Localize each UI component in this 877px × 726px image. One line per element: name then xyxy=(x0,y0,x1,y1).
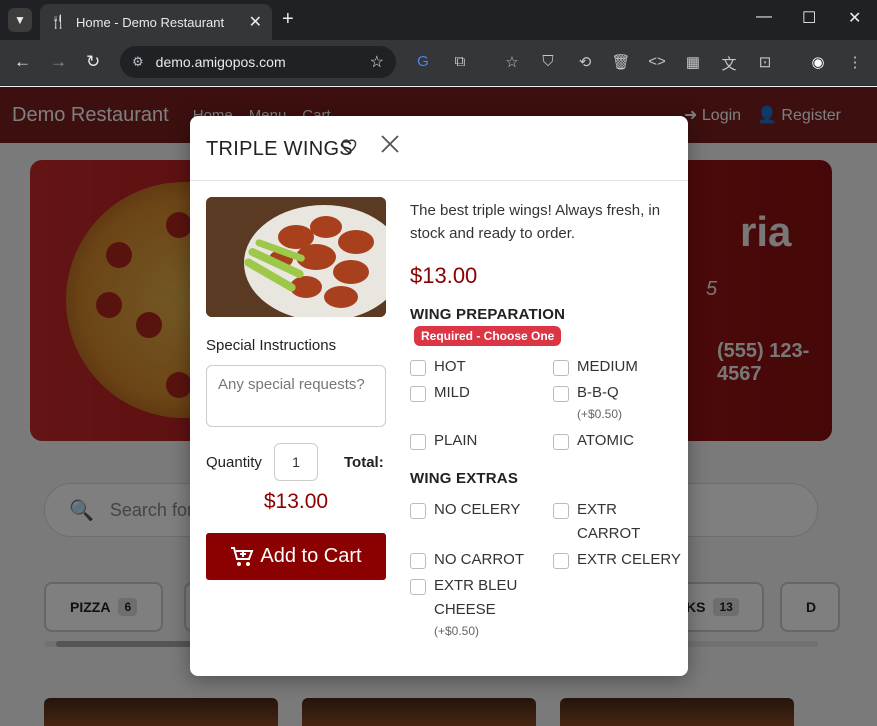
translate-icon[interactable]: 文 xyxy=(719,53,739,74)
checkbox[interactable] xyxy=(553,386,569,402)
option-plain[interactable]: PLAIN xyxy=(410,432,477,453)
total-label: Total: xyxy=(344,454,384,471)
item-price: $13.00 xyxy=(410,263,478,288)
option-no-carrot[interactable]: NO CARROT xyxy=(410,551,524,572)
address-bar[interactable]: ⚙ demo.amigopos.com ☆ xyxy=(120,46,396,78)
incognito-icon[interactable]: ⛉ xyxy=(538,53,558,70)
new-tab-button[interactable]: + xyxy=(282,8,294,31)
item-title: TRIPLE WINGS xyxy=(206,138,353,160)
history-icon[interactable]: ⟲ xyxy=(575,53,595,71)
wing-extras-title: WING EXTRAS xyxy=(410,470,519,487)
add-to-cart-button[interactable]: Add to Cart xyxy=(206,533,386,580)
option-price: (+$0.50) xyxy=(577,407,623,421)
profile-avatar-icon[interactable]: ◉ xyxy=(808,53,828,71)
special-instructions-label: Special Instructions xyxy=(206,337,337,354)
checkbox[interactable] xyxy=(553,434,569,450)
quantity-label: Quantity xyxy=(206,454,262,471)
item-modal: TRIPLE WINGS Special Instructions Any sp… xyxy=(190,116,688,676)
checkbox[interactable] xyxy=(553,553,569,569)
maximize-icon[interactable]: ☐ xyxy=(802,8,816,28)
checkbox[interactable] xyxy=(553,503,569,519)
cart-plus-icon xyxy=(231,546,254,566)
reload-icon[interactable]: ↻ xyxy=(86,52,100,72)
translate-extension-icon[interactable]: G xyxy=(413,53,433,70)
modal-header: TRIPLE WINGS xyxy=(190,116,688,181)
url-text: demo.amigopos.com xyxy=(155,54,286,70)
favorites-star-icon[interactable]: ☆ xyxy=(502,53,522,71)
heart-icon[interactable] xyxy=(340,138,358,159)
option-hot[interactable]: HOT xyxy=(410,358,466,379)
option-label: EXTR CARROT xyxy=(577,501,641,542)
special-instructions-input[interactable] xyxy=(206,365,386,427)
checkbox[interactable] xyxy=(410,503,426,519)
minimize-icon[interactable]: — xyxy=(756,8,772,26)
forward-icon[interactable]: → xyxy=(50,52,67,72)
option-label: EXTR CELERY xyxy=(577,551,681,568)
bookmark-star-icon[interactable]: ☆ xyxy=(370,52,384,72)
option-label: MEDIUM xyxy=(577,358,638,375)
back-icon[interactable]: ← xyxy=(14,52,31,72)
fork-knife-icon: 🍴 xyxy=(50,14,67,29)
option-label: NO CARROT xyxy=(434,551,524,568)
tab-title: Home - Demo Restaurant xyxy=(76,14,225,30)
checkbox[interactable] xyxy=(410,386,426,402)
add-to-cart-label: Add to Cart xyxy=(260,545,362,567)
option-label: PLAIN xyxy=(434,432,478,449)
window-close-icon[interactable]: ✕ xyxy=(848,8,861,28)
wing-preparation-title: WING PREPARATION xyxy=(410,306,566,323)
option-label: EXTR BLEU CHEESE xyxy=(434,577,518,618)
option-extr-bleu-cheese[interactable]: EXTR BLEU CHEESE (+$0.50) xyxy=(410,577,525,640)
wings-image xyxy=(206,197,386,317)
option-extr-carrot[interactable]: EXTR CARROT xyxy=(553,501,640,546)
option-medium[interactable]: MEDIUM xyxy=(553,358,638,379)
close-icon[interactable] xyxy=(380,134,400,159)
option-label: ATOMIC xyxy=(577,432,634,449)
option-bbq[interactable]: B-B-Q (+$0.50) xyxy=(553,384,622,423)
item-description: The best triple wings! Always fresh, in … xyxy=(410,202,661,242)
checkbox[interactable] xyxy=(410,579,426,595)
option-label: B-B-Q xyxy=(577,384,619,401)
option-price: (+$0.50) xyxy=(434,624,480,638)
total-value: $13.00 xyxy=(263,490,329,513)
option-label: NO CELERY xyxy=(434,501,521,518)
screenshot-icon[interactable]: ⊡ xyxy=(755,53,775,71)
trash-icon[interactable]: 🗑 xyxy=(611,53,631,71)
browser-menu-icon[interactable]: ⋮ xyxy=(845,53,865,71)
browser-toolbar: ← → ↻ ⚙ demo.amigopos.com ☆ G ⧉ ☆ ⛉ ⟲ 🗑 … xyxy=(0,40,877,86)
layout-icon[interactable]: ▦ xyxy=(683,53,703,71)
required-badge: Required - Choose One xyxy=(414,326,562,346)
option-mild[interactable]: MILD xyxy=(410,384,470,405)
tab-search-button[interactable]: ▼ xyxy=(8,8,32,32)
option-atomic[interactable]: ATOMIC xyxy=(553,432,634,453)
site-settings-icon[interactable]: ⚙ xyxy=(132,54,144,70)
option-label: MILD xyxy=(434,384,470,401)
code-icon[interactable]: <> xyxy=(647,53,667,70)
checkbox[interactable] xyxy=(410,553,426,569)
option-label: HOT xyxy=(434,358,466,375)
quantity-input[interactable] xyxy=(274,443,318,481)
extensions-puzzle-icon[interactable]: ⧉ xyxy=(450,53,470,70)
tab-close-icon[interactable]: ✕ xyxy=(249,12,262,32)
checkbox[interactable] xyxy=(410,360,426,376)
browser-tab-strip: ▼ 🍴 Home - Demo Restaurant ✕ + — ☐ ✕ xyxy=(0,0,877,40)
option-no-celery[interactable]: NO CELERY xyxy=(410,501,520,522)
checkbox[interactable] xyxy=(410,434,426,450)
browser-tab[interactable]: 🍴 Home - Demo Restaurant ✕ xyxy=(40,4,272,40)
option-extr-celery[interactable]: EXTR CELERY xyxy=(553,551,681,572)
checkbox[interactable] xyxy=(553,360,569,376)
